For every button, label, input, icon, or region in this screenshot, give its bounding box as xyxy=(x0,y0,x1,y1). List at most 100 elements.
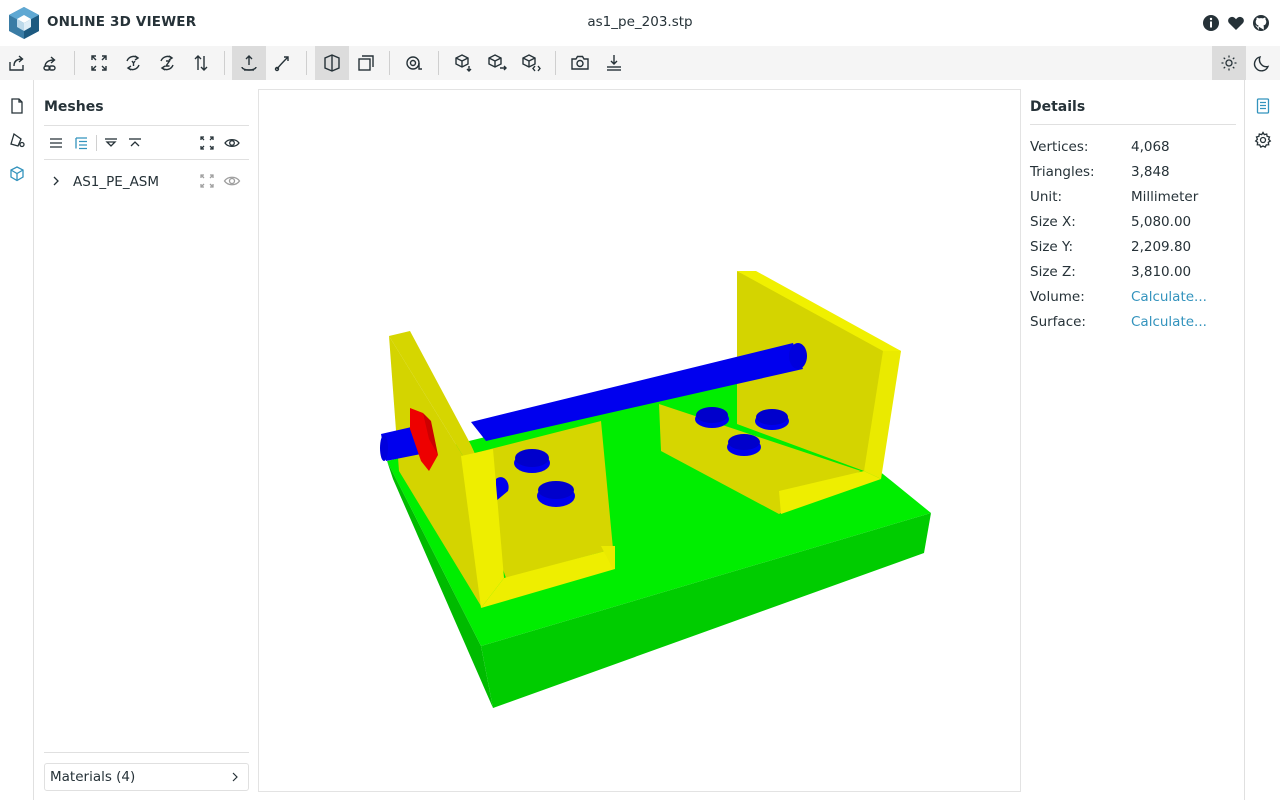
cube-icon xyxy=(10,166,24,182)
moon-icon xyxy=(1253,56,1270,72)
open-url-button[interactable] xyxy=(34,46,68,80)
toolbar-separator xyxy=(306,51,307,75)
materials-bar[interactable]: Materials (4) xyxy=(44,763,249,791)
tree-view-button[interactable] xyxy=(71,133,91,153)
github-icon[interactable] xyxy=(1252,14,1270,32)
detail-row-size-x: Size X: 5,080.00 xyxy=(1030,214,1236,234)
3d-viewport[interactable] xyxy=(258,89,1021,792)
calculate-surface-link[interactable]: Calculate... xyxy=(1131,314,1207,330)
materials-panel-button[interactable] xyxy=(6,129,28,151)
divider xyxy=(1030,124,1236,125)
info-icon[interactable] xyxy=(1202,14,1220,32)
tree-list-icon xyxy=(75,137,87,150)
toolbar-separator xyxy=(96,135,97,151)
divider xyxy=(44,752,249,753)
detail-value: Millimeter xyxy=(1131,189,1199,205)
calculate-volume-link[interactable]: Calculate... xyxy=(1131,289,1207,305)
meshes-panel-button[interactable] xyxy=(6,163,28,185)
detail-value: 5,080.00 xyxy=(1131,214,1192,230)
details-panel-button[interactable] xyxy=(1252,95,1274,117)
eye-icon[interactable] xyxy=(223,172,241,190)
header-bar: ONLINE 3D VIEWER as1_pe_203.stp xyxy=(0,0,1280,46)
expand-all-icon xyxy=(105,138,117,147)
right-rail xyxy=(1244,80,1280,800)
embed-model-button[interactable] xyxy=(514,46,548,80)
set-up-y-button[interactable] xyxy=(116,46,150,80)
collapse-all-button[interactable] xyxy=(125,133,145,153)
meshes-panel: Meshes AS1_PE_ASM Materials (4) xyxy=(35,80,257,800)
app-logo-icon[interactable] xyxy=(8,6,40,40)
cross-section-button[interactable] xyxy=(597,46,631,80)
free-orbit-button[interactable] xyxy=(266,46,300,80)
chevron-right-icon xyxy=(232,772,238,782)
detail-value: 3,810.00 xyxy=(1131,264,1192,280)
details-icon xyxy=(1256,98,1270,114)
light-mode-button[interactable] xyxy=(1212,46,1246,80)
dark-mode-button[interactable] xyxy=(1246,46,1280,80)
meshes-panel-title: Meshes xyxy=(44,99,104,115)
fit-to-window-button[interactable] xyxy=(82,46,116,80)
toolbar-separator xyxy=(389,51,390,75)
fit-all-meshes-button[interactable] xyxy=(197,133,217,153)
tree-item-label[interactable]: AS1_PE_ASM xyxy=(73,174,159,190)
set-up-z-button[interactable] xyxy=(150,46,184,80)
details-panel: Details Vertices: 4,068 Triangles: 3,848… xyxy=(1022,80,1244,800)
share-model-button[interactable] xyxy=(480,46,514,80)
measure-button[interactable] xyxy=(397,46,431,80)
export-icon xyxy=(455,54,472,72)
perspective-button[interactable] xyxy=(315,46,349,80)
embed-icon xyxy=(522,54,541,72)
settings-panel-button[interactable] xyxy=(1252,129,1274,151)
snapshot-button[interactable] xyxy=(563,46,597,80)
app-title[interactable]: ONLINE 3D VIEWER xyxy=(47,14,196,30)
detail-row-surface: Surface: Calculate... xyxy=(1030,314,1236,334)
fixed-up-button[interactable] xyxy=(232,46,266,80)
list-icon xyxy=(50,138,62,148)
toolbar-separator xyxy=(438,51,439,75)
detail-key: Volume: xyxy=(1030,289,1085,305)
show-all-meshes-button[interactable] xyxy=(222,133,242,153)
file-icon xyxy=(11,98,23,114)
open-file-button[interactable] xyxy=(0,46,34,80)
collapse-all-icon xyxy=(129,138,141,147)
measure-icon xyxy=(406,56,422,70)
materials-label: Materials (4) xyxy=(50,769,136,785)
detail-row-volume: Volume: Calculate... xyxy=(1030,289,1236,309)
detail-key: Size Y: xyxy=(1030,239,1074,255)
detail-row-unit: Unit: Millimeter xyxy=(1030,189,1236,209)
toolbar-separator xyxy=(555,51,556,75)
perspective-icon xyxy=(324,54,340,72)
detail-key: Unit: xyxy=(1030,189,1063,205)
materials-icon xyxy=(10,132,25,148)
detail-value: 2,209.80 xyxy=(1131,239,1192,255)
fit-icon xyxy=(200,136,214,150)
up-y-icon xyxy=(126,55,140,71)
expand-all-button[interactable] xyxy=(101,133,121,153)
export-model-button[interactable] xyxy=(446,46,480,80)
open-file-icon xyxy=(9,55,24,71)
chevron-right-icon[interactable] xyxy=(50,174,62,188)
flat-list-button[interactable] xyxy=(46,133,66,153)
detail-key: Triangles: xyxy=(1030,164,1095,180)
heart-icon[interactable] xyxy=(1227,14,1245,32)
detail-row-size-y: Size Y: 2,209.80 xyxy=(1030,239,1236,259)
tree-item-as1-pe-asm[interactable]: AS1_PE_ASM xyxy=(44,168,249,194)
detail-value: 3,848 xyxy=(1131,164,1170,180)
detail-row-vertices: Vertices: 4,068 xyxy=(1030,139,1236,159)
open-url-icon xyxy=(43,56,56,71)
detail-key: Surface: xyxy=(1030,314,1086,330)
free-orbit-icon xyxy=(274,56,289,72)
3d-model[interactable] xyxy=(259,90,1022,793)
flip-up-button[interactable] xyxy=(184,46,218,80)
file-panel-button[interactable] xyxy=(6,95,28,117)
orthographic-icon xyxy=(358,55,374,71)
detail-key: Size Z: xyxy=(1030,264,1076,280)
meshes-toolbar xyxy=(44,125,249,160)
detail-value: 4,068 xyxy=(1131,139,1170,155)
fit-mesh-icon[interactable] xyxy=(198,172,216,190)
detail-row-size-z: Size Z: 3,810.00 xyxy=(1030,264,1236,284)
fixed-up-icon xyxy=(241,55,257,71)
header-icons xyxy=(1202,14,1270,32)
detail-row-triangles: Triangles: 3,848 xyxy=(1030,164,1236,184)
orthographic-button[interactable] xyxy=(349,46,383,80)
